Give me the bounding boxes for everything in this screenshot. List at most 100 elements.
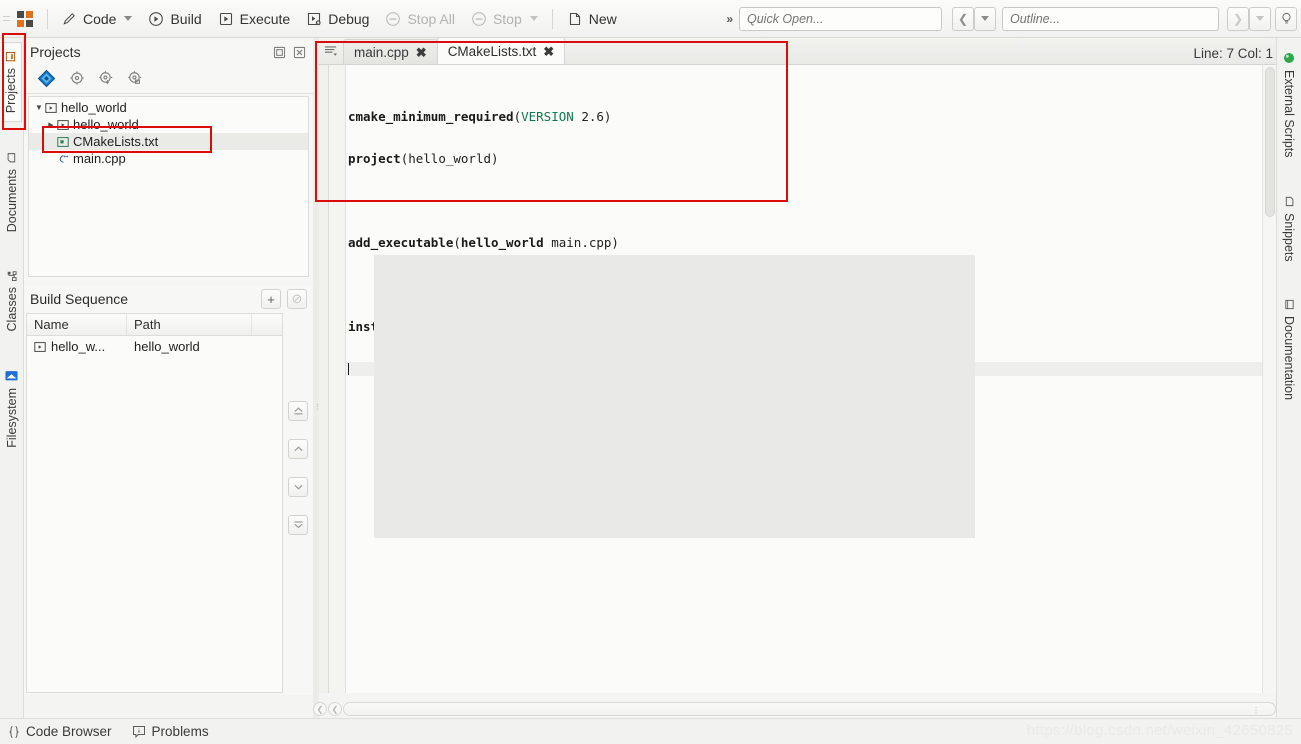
build-label: Build <box>170 10 202 27</box>
move-down-button[interactable] <box>288 477 308 497</box>
editor-tab-bar: main.cpp ✖ CMakeLists.txt ✖ <box>319 37 1276 65</box>
stop-all-button[interactable]: Stop All <box>377 5 462 33</box>
pencil-icon <box>62 11 77 26</box>
editor-tab-main-cpp[interactable]: main.cpp ✖ <box>343 39 438 64</box>
status-label: Code Browser <box>26 724 112 739</box>
column-header-path[interactable]: Path <box>127 314 252 335</box>
tab-list-icon[interactable] <box>319 37 343 64</box>
table-header-row: Name Path <box>27 314 282 336</box>
toolbar-overflow-button[interactable]: » <box>720 12 739 26</box>
table-row[interactable]: hello_w... hello_world <box>27 336 282 357</box>
remove-build-target-button[interactable]: ⊘ <box>287 289 307 309</box>
sidebar-tab-label: Snippets <box>1282 212 1296 262</box>
close-icon[interactable]: ✖ <box>543 45 554 58</box>
editor-horizontal-scrollbar[interactable]: ❮ ❮ ⋮ <box>313 700 1276 718</box>
row-name: hello_w... <box>51 339 106 354</box>
status-problems[interactable]: Problems <box>132 724 209 739</box>
column-header-name[interactable]: Name <box>27 314 127 335</box>
apps-grid-button[interactable] <box>11 5 41 33</box>
doc-book-icon <box>1284 299 1295 310</box>
braces-icon <box>8 725 20 739</box>
navigate-back-button[interactable]: ❮ <box>952 6 974 31</box>
build-sequence-header: Build Sequence + ⊘ <box>24 285 313 313</box>
right-tab-rail: External Scripts Snippets Documentation <box>1276 38 1301 731</box>
scroll-left-page-button[interactable]: ❮ <box>328 702 342 716</box>
close-panel-button[interactable] <box>291 44 307 60</box>
editor-vertical-scrollbar[interactable] <box>1262 65 1276 693</box>
status-label: Problems <box>151 724 209 739</box>
info-box-icon <box>132 725 146 739</box>
scrollbar-track[interactable]: ⋮ <box>343 702 1276 716</box>
move-up-button[interactable] <box>288 439 308 459</box>
build-sequence-panel: Build Sequence + ⊘ Name Path hello_w... <box>24 285 313 695</box>
stop-circle-icon <box>471 11 487 27</box>
tree-item-main-cpp[interactable]: main.cpp <box>29 150 308 167</box>
project-tree[interactable]: ▼ hello_world ▶ hello_world CMakeLists.t… <box>28 96 309 277</box>
tree-item-hello-world-target[interactable]: ▶ hello_world <box>29 116 308 133</box>
tree-item-label: CMakeLists.txt <box>73 134 159 149</box>
debug-button[interactable]: Debug <box>298 5 377 33</box>
status-code-browser[interactable]: Code Browser <box>8 724 112 739</box>
new-button[interactable]: New <box>559 5 625 33</box>
float-panel-button[interactable] <box>271 44 287 60</box>
move-bottom-button[interactable] <box>288 515 308 535</box>
editor-overlay-artifact <box>374 255 975 538</box>
editor-marker-gutter[interactable] <box>319 65 329 693</box>
tree-item-cmakelists[interactable]: CMakeLists.txt <box>29 133 308 150</box>
add-build-target-button[interactable]: + <box>261 289 281 309</box>
projects-panel-header: Projects <box>24 38 313 66</box>
debug-box-icon <box>306 11 322 27</box>
play-circle-icon <box>148 11 164 27</box>
build-sequence-table[interactable]: Name Path hello_w... hello_world <box>26 313 283 693</box>
quick-open-input[interactable] <box>739 6 942 31</box>
sidebar-tab-projects[interactable]: Projects <box>1 42 22 123</box>
classes-icon <box>6 270 17 281</box>
toolbar-drag-handle[interactable] <box>2 7 11 31</box>
navigate-forward-dropdown-button[interactable] <box>1249 6 1271 31</box>
toolbar-separator <box>47 8 48 29</box>
cmake-file-icon <box>57 136 69 148</box>
sidebar-tab-documents[interactable]: Documents <box>2 144 22 240</box>
new-label: New <box>588 10 617 27</box>
sidebar-tab-filesystem[interactable]: Filesystem <box>2 362 22 456</box>
close-icon[interactable]: ✖ <box>416 46 427 59</box>
stop-all-label: Stop All <box>407 10 455 27</box>
project-settings-button[interactable] <box>69 70 85 89</box>
move-top-button[interactable] <box>288 401 308 421</box>
scroll-left-button[interactable]: ❮ <box>313 702 327 716</box>
editor-tab-label: main.cpp <box>354 44 409 60</box>
filesystem-icon <box>5 370 18 382</box>
scrollbar-thumb[interactable] <box>1265 67 1275 217</box>
build-button[interactable]: Build <box>140 5 209 33</box>
row-path: hello_world <box>134 339 200 354</box>
build-sequence-body: Name Path hello_w... hello_world <box>24 313 313 695</box>
project-build-settings-button[interactable] <box>98 70 114 89</box>
run-box-icon <box>218 11 234 27</box>
code-editor[interactable]: cmake_minimum_required(VERSION 2.6) proj… <box>346 65 1276 693</box>
execute-button[interactable]: Execute <box>210 5 299 33</box>
project-run-settings-button[interactable] <box>127 70 143 89</box>
chevron-down-icon[interactable]: ▼ <box>33 103 45 112</box>
project-diamond-button[interactable] <box>37 69 56 91</box>
splitter-grip: ⋮ <box>314 404 321 411</box>
navigate-forward-button[interactable]: ❯ <box>1227 6 1249 31</box>
code-menu-button[interactable]: Code <box>54 5 140 33</box>
lightbulb-icon[interactable] <box>1275 6 1297 31</box>
editor-fold-gutter[interactable] <box>329 65 346 693</box>
stop-circle-icon <box>385 11 401 27</box>
sidebar-tab-external-scripts[interactable]: External Scripts <box>1279 44 1299 166</box>
chevron-down-icon <box>124 16 133 21</box>
chevron-right-icon[interactable]: ▶ <box>45 121 57 129</box>
outline-input[interactable] <box>1002 6 1219 31</box>
script-ball-icon <box>1283 52 1295 64</box>
sidebar-tab-documentation[interactable]: Documentation <box>1279 291 1299 408</box>
stop-button[interactable]: Stop <box>463 5 546 33</box>
tree-item-label: hello_world <box>61 100 127 115</box>
tree-item-hello-world-project[interactable]: ▼ hello_world <box>29 99 308 116</box>
stop-label: Stop <box>492 10 522 27</box>
sidebar-tab-snippets[interactable]: Snippets <box>1279 188 1299 270</box>
navigate-back-dropdown-button[interactable] <box>974 6 996 31</box>
sidebar-tab-classes[interactable]: Classes <box>2 262 22 339</box>
editor-tab-cmakelists[interactable]: CMakeLists.txt ✖ <box>436 37 566 64</box>
